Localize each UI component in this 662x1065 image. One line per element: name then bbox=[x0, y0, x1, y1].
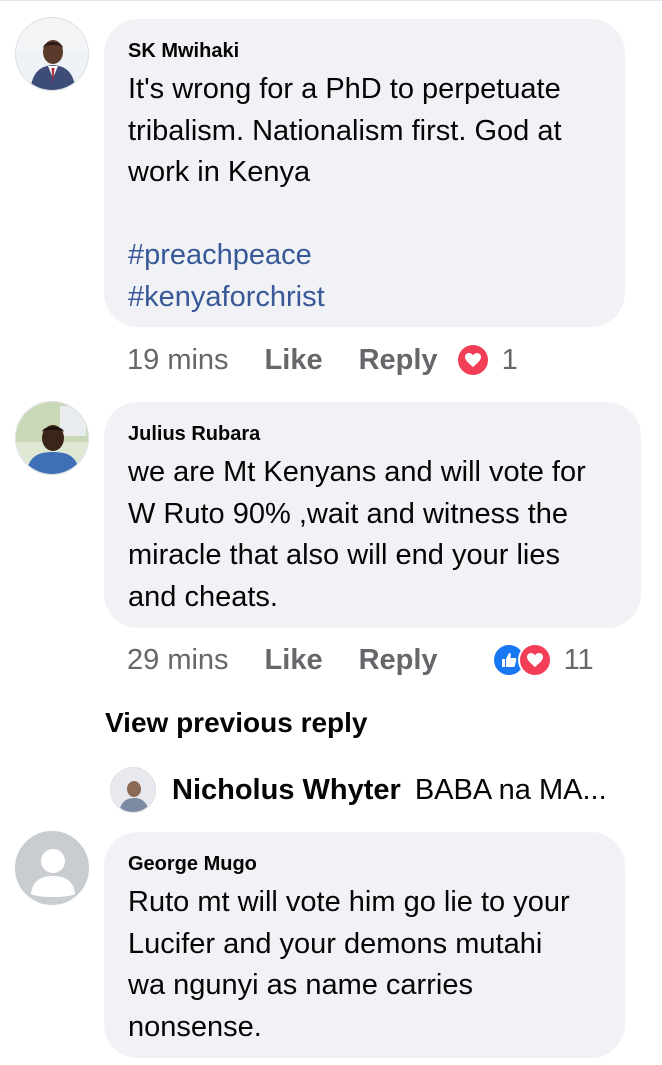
avatar[interactable] bbox=[15, 831, 89, 905]
comment-author[interactable]: Julius Rubara bbox=[128, 422, 617, 446]
reactions[interactable]: 1 bbox=[455, 343, 518, 377]
comment-actions: 19 mins Like Reply 1 bbox=[127, 342, 518, 378]
reply-button[interactable]: Reply bbox=[359, 344, 438, 377]
comment-time[interactable]: 19 mins bbox=[127, 344, 229, 377]
comment-bubble: George Mugo Ruto mt will vote him go lie… bbox=[104, 832, 625, 1058]
reply-preview[interactable]: Nicholus Whyter BABA na MA... bbox=[110, 766, 607, 814]
comment-author[interactable]: George Mugo bbox=[128, 852, 601, 876]
reaction-count: 11 bbox=[563, 643, 594, 676]
heart-icon bbox=[517, 643, 552, 677]
avatar[interactable] bbox=[110, 767, 156, 813]
heart-icon bbox=[455, 343, 490, 377]
comment-text-line: and cheats. bbox=[128, 580, 278, 613]
reaction-count: 1 bbox=[501, 343, 518, 376]
comment-text-line: work in Kenya bbox=[128, 156, 311, 188]
comment-text-line: miracle that also will end your lies bbox=[128, 539, 560, 571]
hashtag-link[interactable]: #preachpeace bbox=[128, 235, 601, 277]
like-button[interactable]: Like bbox=[265, 344, 323, 377]
avatar[interactable] bbox=[15, 401, 89, 475]
reactions[interactable]: 11 bbox=[456, 643, 594, 677]
comment-text-line: Ruto mt will vote him go lie to your bbox=[128, 886, 570, 918]
hashtag-link[interactable]: #kenyaforchrist bbox=[128, 277, 601, 319]
reply-button[interactable]: Reply bbox=[359, 644, 438, 677]
like-button[interactable]: Like bbox=[265, 644, 323, 677]
comment-text-line: wa ngunyi as name carries bbox=[128, 969, 473, 1001]
comment-text-line: we are Mt Kenyans and will vote for bbox=[128, 456, 586, 488]
comment-bubble: Julius Rubara we are Mt Kenyans and will… bbox=[104, 402, 641, 628]
comment-author[interactable]: SK Mwihaki bbox=[128, 39, 601, 63]
view-previous-reply-link[interactable]: View previous reply bbox=[105, 704, 368, 742]
comment-bubble: SK Mwihaki It's wrong for a PhD to perpe… bbox=[104, 19, 625, 327]
avatar[interactable] bbox=[15, 17, 89, 91]
comment-text-line: nonsense. bbox=[128, 1010, 262, 1043]
comment-text-line: Lucifer and your demons mutahi bbox=[128, 927, 543, 960]
top-divider bbox=[0, 0, 662, 1]
reply-author[interactable]: Nicholus Whyter bbox=[172, 774, 401, 807]
comment-text-line: tribalism. Nationalism first. God at bbox=[128, 114, 562, 147]
comment-text-line: W Ruto 90% ,wait and witness the bbox=[128, 497, 569, 530]
comment-time[interactable]: 29 mins bbox=[127, 644, 229, 677]
reply-text: BABA na MA... bbox=[414, 773, 607, 806]
comment-text-line: It's wrong for a PhD to perpetuate bbox=[128, 73, 561, 105]
comment-actions: 29 mins Like Reply 11 bbox=[127, 642, 594, 678]
